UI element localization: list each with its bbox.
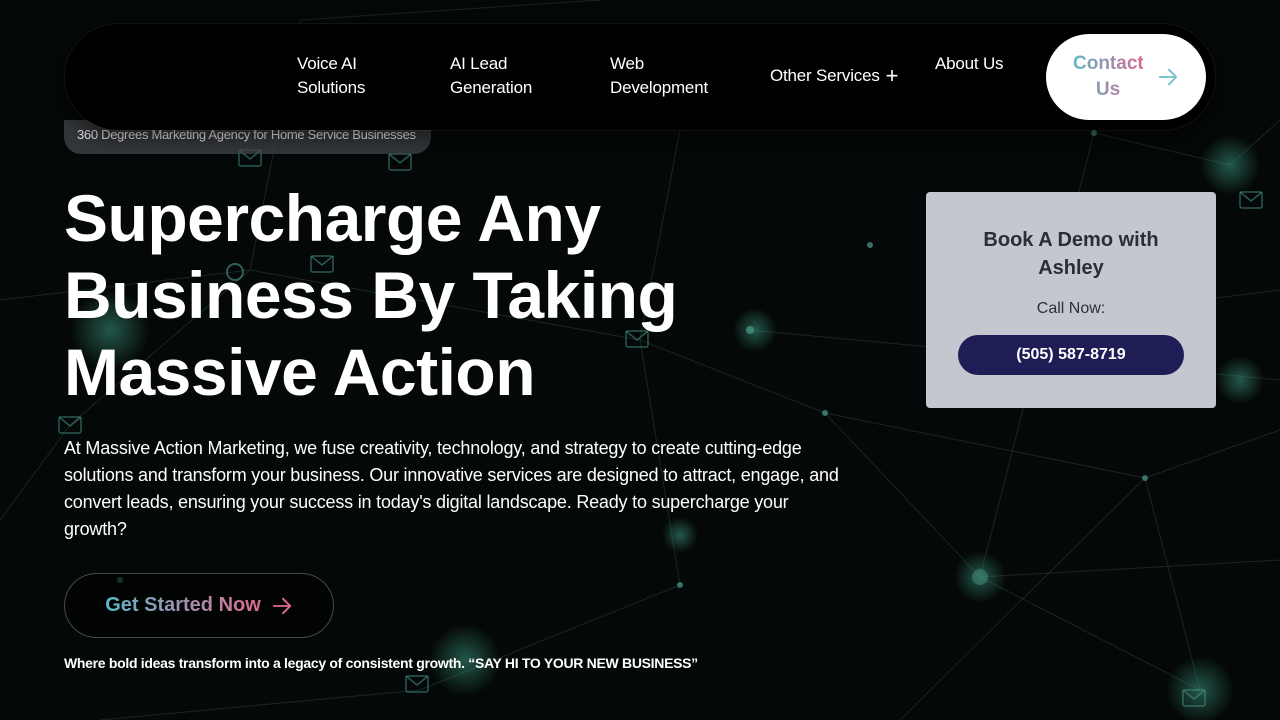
arrow-right-icon [1158,68,1178,86]
hero-title: Supercharge Any Business By Taking Massi… [64,181,678,409]
nav-item-voice-ai-solutions[interactable]: Voice AI Solutions [297,52,407,100]
demo-card-title: Book A Demo with Ashley [983,229,1159,279]
call-now-label: Call Now: [1036,300,1106,317]
plus-icon: + [885,63,899,88]
contact-us-button[interactable]: Contact Us [1046,34,1206,120]
nav-item-ai-lead-generation[interactable]: AI Lead Generation [450,52,560,100]
get-started-label: Get Started Now [105,594,261,616]
phone-number-button[interactable]: (505) 587-8719 [958,335,1184,375]
nav-item-about-us[interactable]: About Us [935,52,1005,76]
main-navigation: Voice AI Solutions AI Lead Generation We… [65,24,1215,130]
arrow-right-icon [272,597,291,614]
nav-item-other-services[interactable]: Other Services + [770,64,898,88]
slogan-text: Where bold ideas transform into a legacy… [64,655,698,671]
nav-item-other-services-label: Other Services [770,66,880,85]
hero-description: At Massive Action Marketing, we fuse cre… [64,438,839,539]
book-demo-card: Book A Demo with Ashley Call Now: (505) … [926,192,1216,408]
nav-item-web-development[interactable]: Web Development [610,52,730,100]
get-started-button[interactable]: Get Started Now [64,573,334,638]
contact-us-label: Contact Us [1073,51,1144,103]
